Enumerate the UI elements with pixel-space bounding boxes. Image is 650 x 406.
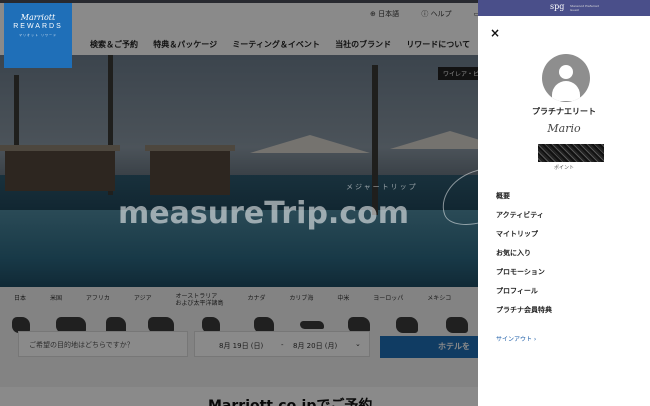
- menu-item-profile[interactable]: プロフィール: [496, 285, 552, 304]
- avatar-body: [552, 81, 580, 101]
- sign-out-link[interactable]: サインアウト ›: [496, 334, 536, 343]
- menu-item-overview[interactable]: 概要: [496, 190, 552, 209]
- watermark: measureTrip.com: [118, 196, 409, 231]
- menu-item-favorites[interactable]: お気に入り: [496, 247, 552, 266]
- panel-header: spg Starwood Preferred Guest: [478, 0, 650, 16]
- marriott-rewards-logo[interactable]: Marriott REWARDS マリオット リワード: [4, 3, 72, 68]
- spg-logo: spg: [550, 2, 565, 11]
- menu-item-platinum-benefits[interactable]: プラチナ会員特典: [496, 304, 552, 323]
- account-panel: spg Starwood Preferred Guest × プラチナエリート …: [478, 0, 650, 406]
- menu-item-promotions[interactable]: プロモーション: [496, 266, 552, 285]
- points-redacted: [538, 144, 604, 162]
- account-menu: 概要 アクティビティ マイトリップ お気に入り プロモーション プロフィール プ…: [496, 190, 552, 323]
- member-signature: Mario: [547, 122, 581, 135]
- avatar: [542, 54, 590, 102]
- menu-item-my-trips[interactable]: マイトリップ: [496, 228, 552, 247]
- logo-line3: マリオット リワード: [19, 33, 57, 37]
- avatar-head: [559, 65, 573, 79]
- close-icon[interactable]: ×: [490, 26, 500, 40]
- watermark-subtext: メジャートリップ: [346, 183, 418, 191]
- logo-line2: REWARDS: [13, 23, 63, 30]
- logo-line1: Marriott: [20, 13, 56, 22]
- points-label: ポイント: [553, 165, 574, 171]
- spg-subtitle: Starwood Preferred Guest: [570, 4, 599, 12]
- menu-item-activity[interactable]: アクティビティ: [496, 209, 552, 228]
- member-tier: プラチナエリート: [532, 107, 596, 116]
